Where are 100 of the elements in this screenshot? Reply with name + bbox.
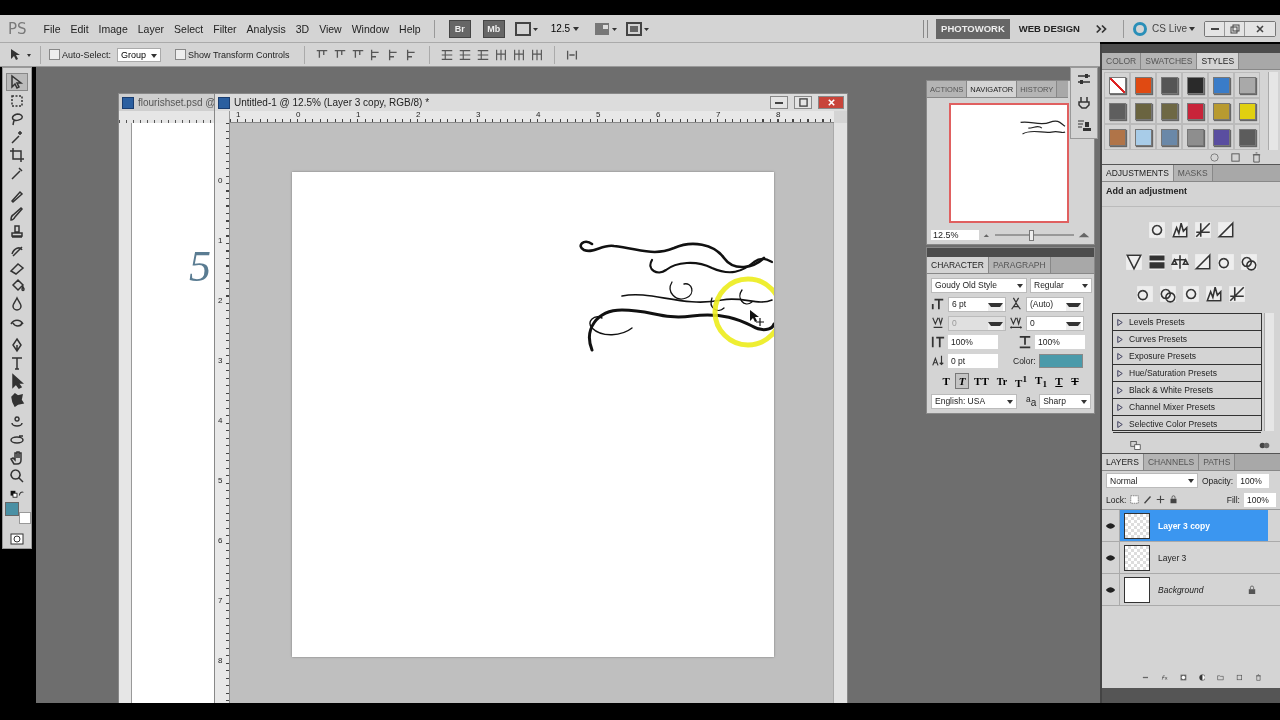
preset-group[interactable]: Levels Presets: [1113, 314, 1261, 331]
scrollbar[interactable]: [1268, 72, 1278, 150]
style-swatch[interactable]: [1108, 102, 1126, 120]
app-launch-button[interactable]: Mb: [482, 19, 505, 38]
font-style-dropdown[interactable]: Regular: [1030, 277, 1092, 293]
style-swatch[interactable]: [1134, 128, 1152, 146]
style-swatch[interactable]: [1160, 76, 1178, 94]
style-swatch[interactable]: [1160, 128, 1178, 146]
curves-icon[interactable]: [1193, 220, 1212, 239]
move-tool-icon[interactable]: [8, 46, 32, 63]
plug-icon[interactable]: [1076, 95, 1092, 111]
workspace-button[interactable]: WEB DESIGN: [1013, 18, 1085, 39]
blend-mode-dropdown[interactable]: Normal: [1106, 473, 1198, 488]
menu-item[interactable]: Help: [394, 22, 426, 35]
menu-item[interactable]: Layer: [132, 22, 170, 35]
menu-item[interactable]: Filter: [208, 22, 242, 35]
type-style-button[interactable]: T: [939, 373, 954, 389]
app-launch-button[interactable]: Br: [448, 19, 471, 38]
font-family-dropdown[interactable]: Goudy Old Style: [931, 277, 1027, 293]
baseline-shift-field[interactable]: 0 pt: [948, 354, 998, 368]
menu-item[interactable]: 3D: [290, 22, 315, 35]
panel-tab[interactable]: MASKS: [1173, 165, 1213, 181]
cs-live-menu[interactable]: CS Live: [1152, 21, 1198, 36]
layer-row[interactable]: Background: [1120, 574, 1268, 605]
move-tool-icon[interactable]: [6, 73, 28, 91]
panel-tab[interactable]: COLOR: [1102, 53, 1142, 69]
menu-item[interactable]: Window: [346, 22, 395, 35]
style-swatch[interactable]: [1134, 76, 1152, 94]
brush-icon[interactable]: [1143, 495, 1153, 504]
panel-tab[interactable]: PATHS: [1199, 454, 1236, 470]
auto-select-dropdown[interactable]: Group: [117, 47, 162, 62]
clip-layers-icon[interactable]: [1130, 439, 1141, 451]
distribute-icon[interactable]: [457, 47, 472, 62]
panel-tab[interactable]: ADJUSTMENTS: [1102, 165, 1174, 181]
scrollbar[interactable]: [1264, 313, 1274, 431]
menu-item[interactable]: View: [314, 22, 347, 35]
type-style-button[interactable]: T: [1051, 373, 1066, 389]
foreground-color-swatch[interactable]: [5, 502, 19, 516]
style-swatch[interactable]: [1134, 102, 1152, 120]
text-color-swatch[interactable]: [1038, 354, 1083, 368]
style-swatch[interactable]: [1238, 128, 1256, 146]
navigator-preview[interactable]: [949, 103, 1069, 223]
preset-group[interactable]: Curves Presets: [1113, 331, 1261, 348]
zoom-dropdown[interactable]: 12.5: [550, 21, 583, 36]
font-size-field[interactable]: 6 pt: [948, 296, 1006, 312]
style-swatch[interactable]: [1212, 102, 1230, 120]
style-swatch[interactable]: [1108, 128, 1126, 146]
style-swatch[interactable]: [1238, 102, 1256, 120]
close-button[interactable]: [818, 96, 844, 109]
style-swatch[interactable]: [1186, 76, 1204, 94]
exposure-icon[interactable]: [1216, 220, 1235, 239]
padlock-icon[interactable]: [1169, 495, 1179, 504]
menu-item[interactable]: File: [38, 22, 66, 35]
preset-group[interactable]: Exposure Presets: [1113, 348, 1261, 365]
menu-item[interactable]: Edit: [65, 22, 94, 35]
style-swatch[interactable]: [1160, 102, 1178, 120]
anti-alias-dropdown[interactable]: Sharp: [1039, 393, 1092, 409]
restore-button[interactable]: [1225, 21, 1245, 36]
style-swatch[interactable]: [1186, 128, 1204, 146]
layer-row[interactable]: Layer 3: [1120, 542, 1268, 573]
quick-mask-icon[interactable]: [7, 531, 27, 547]
trash-icon[interactable]: [1251, 151, 1262, 163]
style-swatch[interactable]: [1108, 76, 1126, 94]
lock-transparency-icon[interactable]: [1130, 495, 1140, 504]
close-button[interactable]: [1245, 21, 1275, 36]
eye-icon[interactable]: [1105, 521, 1116, 530]
workspace-button[interactable]: PHOTOWORK: [936, 18, 1010, 39]
distribute-icon[interactable]: [511, 47, 526, 62]
panel-tab[interactable]: STYLES: [1197, 53, 1240, 69]
maximize-button[interactable]: [794, 96, 812, 109]
panel-tab[interactable]: SWATCHES: [1141, 53, 1198, 69]
style-swatch[interactable]: [1186, 102, 1204, 120]
distribute-icon[interactable]: [529, 47, 544, 62]
zoom-out-icon[interactable]: [983, 232, 991, 238]
preset-group[interactable]: Selective Color Presets: [1113, 416, 1261, 433]
fill-field[interactable]: 100%: [1244, 492, 1276, 507]
histogram-icon[interactable]: [1170, 220, 1189, 239]
zoom-in-icon[interactable]: [1078, 231, 1090, 239]
double-chevron-icon[interactable]: [1095, 22, 1109, 35]
background-color-swatch[interactable]: [19, 512, 31, 524]
type-style-button[interactable]: TT: [971, 373, 992, 389]
type-style-button[interactable]: T: [1067, 373, 1082, 389]
new-style-icon[interactable]: [1230, 151, 1241, 163]
distribute-icon[interactable]: [475, 47, 490, 62]
type-style-button[interactable]: T: [955, 373, 970, 389]
distribute-icon[interactable]: [493, 47, 508, 62]
eye-icon[interactable]: [1105, 553, 1116, 562]
balance-scale-icon[interactable]: [1170, 252, 1189, 271]
brightness-icon[interactable]: [1147, 220, 1166, 239]
crop-tool-icon[interactable]: [7, 147, 27, 163]
circles-icon[interactable]: [1216, 252, 1235, 271]
horizontal-scale-field[interactable]: 100%: [1035, 335, 1085, 349]
style-swatch[interactable]: [1238, 76, 1256, 94]
style-swatch[interactable]: [1212, 128, 1230, 146]
minimize-button[interactable]: [770, 96, 788, 109]
preset-group[interactable]: Channel Mixer Presets: [1113, 399, 1261, 416]
diagonal-split-icon[interactable]: [1193, 252, 1212, 271]
preset-group[interactable]: Hue/Saturation Presets: [1113, 365, 1261, 382]
eraser-tool-icon[interactable]: [7, 260, 27, 276]
tracking-field[interactable]: 0: [1026, 315, 1084, 331]
